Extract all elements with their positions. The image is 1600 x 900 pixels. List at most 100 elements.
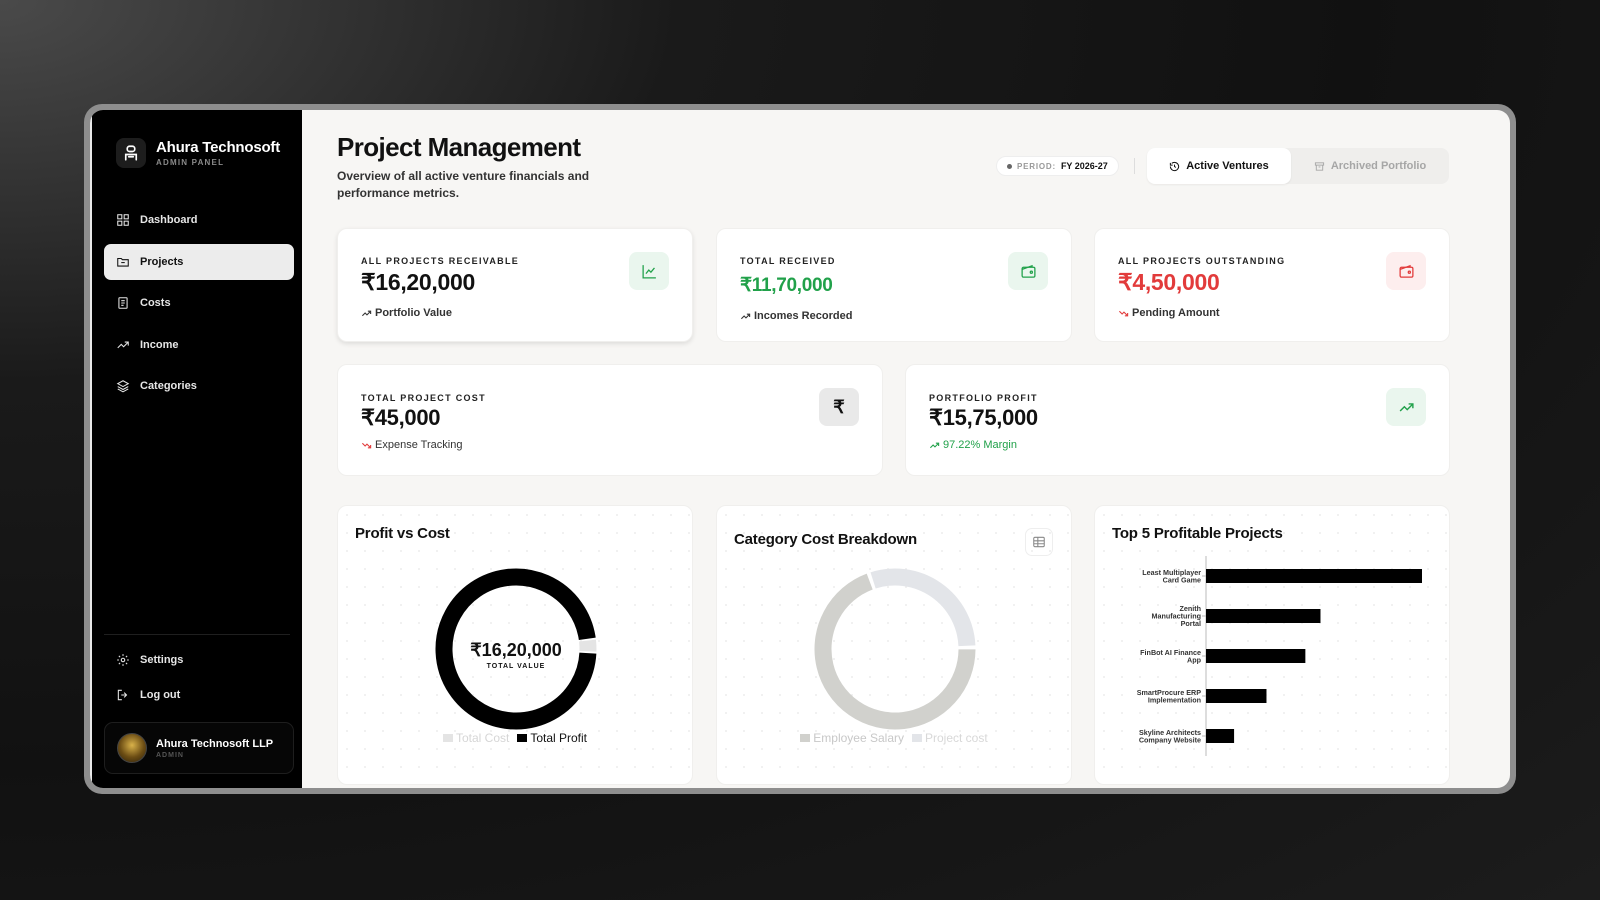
bar-tick-label: SmartProcure ERP Implementation — [1137, 688, 1202, 705]
sidebar-item-dashboard[interactable]: Dashboard — [104, 202, 294, 238]
stat-icon-box — [629, 252, 669, 290]
stat-label: TOTAL RECEIVED — [740, 256, 836, 266]
chart-card-top-projects: Top 5 Profitable Projects Least Multipla… — [1094, 505, 1450, 785]
legend-swatch — [442, 734, 453, 742]
chart-legend: Employee Salary Project cost — [717, 731, 1071, 745]
legend-label: Employee Salary — [813, 731, 904, 745]
portfolio-tabs: Active Ventures Archived Portfolio — [1147, 148, 1449, 184]
trending-up-icon — [929, 442, 940, 448]
brand-subtitle: ADMIN PANEL — [156, 158, 225, 167]
trending-up-icon — [361, 310, 372, 316]
brand[interactable]: Ahura Technosoft ADMIN PANEL — [116, 138, 280, 168]
period-label: PERIOD: — [1017, 161, 1056, 171]
sidebar-item-label: Dashboard — [140, 214, 198, 226]
tab-label: Active Ventures — [1186, 160, 1269, 172]
sidebar-item-label: Projects — [140, 255, 184, 268]
wallet-icon — [1020, 264, 1036, 278]
stat-note: Incomes Recorded — [740, 310, 852, 322]
main-content: Project Management Overview of all activ… — [302, 110, 1510, 788]
stat-icon-box — [1386, 252, 1426, 290]
sidebar-item-label: Log out — [140, 689, 181, 701]
legend-item[interactable]: Project cost — [912, 731, 988, 745]
donut-slice-1[interactable] — [870, 568, 976, 647]
stat-value: ₹11,70,000 — [740, 275, 833, 296]
avatar — [117, 733, 147, 763]
folder-icon — [117, 257, 129, 267]
legend-label: Total Profit — [530, 731, 588, 745]
trending-down-icon — [1118, 310, 1129, 316]
stat-note: 97.22% Margin — [929, 439, 1017, 451]
tab-archived-portfolio[interactable]: Archived Portfolio — [1291, 148, 1449, 184]
brand-logo-icon — [116, 138, 146, 168]
stat-icon-box — [1386, 388, 1426, 426]
bar-0[interactable] — [1206, 569, 1422, 583]
page-subtitle: Overview of all active venture financial… — [337, 169, 590, 200]
period-value: FY 2026-27 — [1060, 161, 1108, 171]
tab-label: Archived Portfolio — [1330, 160, 1427, 172]
bar-4[interactable] — [1206, 729, 1235, 743]
bar-tick-label: FinBot AI Finance App — [1140, 648, 1201, 665]
legend-label: Project cost — [925, 731, 988, 745]
receipt-icon — [118, 297, 128, 309]
stat-card-total-cost: TOTAL PROJECT COST ₹45,000 Expense Track… — [337, 364, 883, 476]
donut-center-label: TOTAL VALUE — [486, 663, 546, 670]
bottom-nav: Settings Log out — [104, 645, 294, 715]
rupee-icon: ₹ — [833, 396, 845, 417]
stat-card-portfolio-profit: PORTFOLIO PROFIT ₹15,75,000 97.22% Margi… — [905, 364, 1450, 476]
chart-card-profit-vs-cost: Profit vs Cost ₹16,20,000 TOTAL VALUE To… — [337, 505, 693, 785]
stat-label: TOTAL PROJECT COST — [361, 393, 486, 403]
dashboard-icon — [117, 214, 129, 226]
sidebar-divider — [104, 634, 290, 635]
sidebar-item-categories[interactable]: Categories — [104, 368, 294, 404]
bar-tick-label: Least Multiplayer Card Game — [1142, 568, 1201, 585]
tab-active-ventures[interactable]: Active Ventures — [1147, 148, 1291, 184]
archive-icon — [1314, 161, 1324, 171]
stat-note-text: Portfolio Value — [375, 307, 453, 319]
stat-card-received: TOTAL RECEIVED ₹11,70,000 Incomes Record… — [716, 228, 1072, 342]
header-separator — [1134, 158, 1135, 174]
trending-up-icon — [1399, 402, 1414, 412]
sidebar-item-costs[interactable]: Costs — [104, 285, 294, 321]
gear-icon — [117, 654, 129, 666]
sidebar-item-label: Settings — [140, 654, 184, 666]
page-title: Project Management — [337, 132, 581, 162]
chart-title: Profit vs Cost — [355, 525, 450, 542]
stat-note-text: 97.22% Margin — [943, 439, 1017, 451]
legend-item[interactable]: Employee Salary — [800, 731, 904, 745]
legend-item[interactable]: Total Profit — [517, 731, 587, 745]
bar-1[interactable] — [1206, 609, 1321, 623]
sidebar-item-income[interactable]: Income — [104, 327, 294, 363]
bar-3[interactable] — [1206, 689, 1267, 703]
stat-card-outstanding: ALL PROJECTS OUTSTANDING ₹4,50,000 Pendi… — [1094, 228, 1450, 342]
sidebar-item-logout[interactable]: Log out — [104, 680, 294, 710]
trending-up-icon — [117, 341, 129, 348]
legend-swatch — [912, 734, 922, 742]
period-dot-icon — [1007, 163, 1012, 169]
bar-chart-top-projects: Least Multiplayer Card Game Zenith Manufact… — [1137, 556, 1422, 756]
sidebar-item-label: Categories — [140, 380, 197, 392]
stat-value: ₹4,50,000 — [1118, 269, 1220, 295]
stat-label: ALL PROJECTS OUTSTANDING — [1118, 256, 1286, 266]
bar-tick-label: Zenith Manufacturing Portal — [1151, 604, 1201, 628]
sidebar: Ahura Technosoft ADMIN PANEL Dashboard P… — [90, 110, 302, 788]
user-card[interactable]: Ahura Technosoft LLP ADMIN — [104, 722, 294, 774]
sidebar-item-projects[interactable]: Projects — [104, 243, 294, 280]
user-name: Ahura Technosoft LLP — [156, 737, 274, 750]
legend-swatch — [800, 734, 811, 742]
period-badge[interactable]: PERIOD: FY 2026-27 — [996, 156, 1119, 176]
bar-2[interactable] — [1206, 649, 1306, 663]
chart-card-category-breakdown: Category Cost Breakdown Employee Salary … — [716, 505, 1072, 785]
stat-label: ALL PROJECTS RECEIVABLE — [361, 256, 520, 266]
trending-down-icon — [361, 442, 372, 448]
legend-item[interactable]: Total Cost — [442, 731, 509, 745]
donut-center-value: ₹16,20,000 — [470, 640, 562, 660]
stat-note: Portfolio Value — [361, 307, 452, 319]
main-nav: Dashboard Projects Costs Income Categori… — [104, 202, 294, 410]
stat-label: PORTFOLIO PROFIT — [929, 393, 1038, 403]
app-window: Ahura Technosoft ADMIN PANEL Dashboard P… — [90, 110, 1510, 788]
stat-value: ₹45,000 — [361, 405, 441, 430]
sidebar-item-label: Income — [140, 338, 179, 351]
sidebar-item-settings[interactable]: Settings — [104, 645, 294, 675]
stat-card-receivable: ALL PROJECTS RECEIVABLE ₹16,20,000 Portf… — [337, 228, 693, 342]
chart-title: Top 5 Profitable Projects — [1112, 525, 1283, 542]
